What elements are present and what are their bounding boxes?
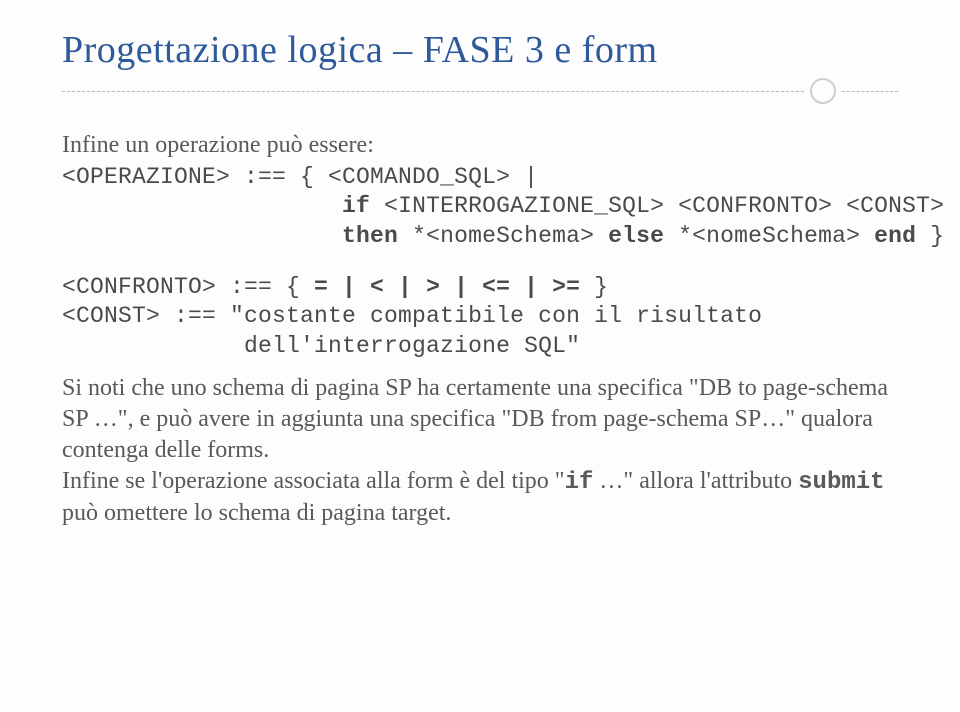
code-line: <OPERAZIONE> :== { <COMANDO_SQL> | — [62, 164, 538, 190]
divider-line — [842, 91, 898, 92]
code-text: *<nomeSchema> — [398, 223, 594, 249]
paragraph-2a: Si noti che uno schema di pagina SP ha c… — [62, 373, 898, 465]
code-line: <CONST> :== "costante compatibile con il… — [62, 303, 762, 329]
text: Infine se l'operazione associata alla fo… — [62, 468, 565, 494]
keyword-then: then — [342, 223, 398, 249]
code-text: <CONFRONTO> :== { — [62, 274, 314, 300]
divider-line — [62, 91, 804, 92]
code-indent — [62, 193, 342, 219]
title-row: Progettazione logica – FASE 3 e form — [62, 28, 898, 72]
code-text: } — [916, 223, 944, 249]
text: …" allora l'attributo — [593, 468, 798, 494]
keyword-submit-inline: submit — [798, 469, 884, 496]
code-block-1: <OPERAZIONE> :== { <COMANDO_SQL> | if <I… — [62, 163, 898, 251]
circle-decoration — [810, 78, 836, 104]
page-title: Progettazione logica – FASE 3 e form — [62, 28, 658, 72]
code-text: <INTERROGAZIONE_SQL> <CONFRONTO> <CONST> — [370, 193, 944, 219]
code-text: *<nomeSchema> — [664, 223, 860, 249]
code-ops: = | < | > | <= | >= — [314, 274, 580, 300]
code-indent — [62, 223, 342, 249]
code-block-2: <CONFRONTO> :== { = | < | > | <= | >= } … — [62, 273, 898, 361]
intro-text: Infine un operazione può essere: — [62, 130, 898, 161]
text: può omettere lo schema di pagina target. — [62, 500, 451, 526]
keyword-if-inline: if — [565, 469, 594, 496]
divider-row — [62, 78, 898, 104]
keyword-else: else — [594, 223, 664, 249]
code-text: } — [580, 274, 608, 300]
slide: Progettazione logica – FASE 3 e form Inf… — [0, 0, 960, 712]
keyword-if: if — [342, 193, 370, 219]
code-line: dell'interrogazione SQL" — [62, 333, 580, 359]
paragraph-2b: Infine se l'operazione associata alla fo… — [62, 466, 898, 529]
keyword-end: end — [860, 223, 916, 249]
